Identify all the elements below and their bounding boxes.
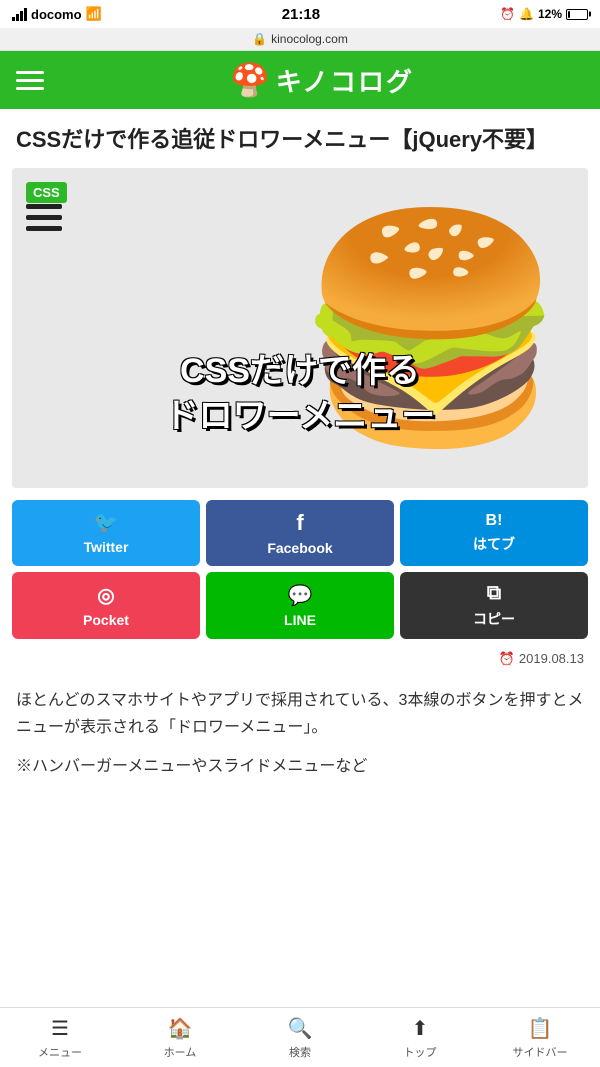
carrier-name: docomo <box>31 7 82 22</box>
twitter-share-button[interactable]: 🐦 Twitter <box>12 500 200 566</box>
nav-item-home[interactable]: 🏠 ホーム <box>120 1008 240 1067</box>
hatena-share-button[interactable]: B! はてブ <box>400 500 588 566</box>
menu-nav-icon: ☰ <box>51 1016 69 1041</box>
search-nav-label: 検索 <box>289 1044 311 1060</box>
date-text: 2019.08.13 <box>519 651 584 666</box>
lock-icon: 🔒 <box>252 32 267 46</box>
line-label: LINE <box>284 612 316 628</box>
hatena-icon: B! <box>486 512 503 530</box>
share-row-2: ◎ Pocket 💬 LINE ⧉ コピー <box>12 572 588 639</box>
pocket-icon: ◎ <box>97 583 114 608</box>
home-nav-label: ホーム <box>164 1044 197 1060</box>
line-icon: 💬 <box>288 583 313 608</box>
time-display: 21:18 <box>282 6 320 23</box>
home-nav-icon: 🏠 <box>168 1016 193 1041</box>
article-paragraph-2: ※ハンバーガーメニューやスライドメニューなど <box>16 753 584 780</box>
wifi-icon: 📶 <box>86 6 102 22</box>
line-share-button[interactable]: 💬 LINE <box>206 572 394 639</box>
pocket-label: Pocket <box>83 612 129 628</box>
twitter-label: Twitter <box>84 539 129 555</box>
logo-text: キノコログ <box>276 62 414 99</box>
sidebar-nav-icon: 📋 <box>528 1016 553 1041</box>
article-date: ⏰ 2019.08.13 <box>0 645 600 679</box>
copy-label: コピー <box>473 609 515 629</box>
top-nav-label: トップ <box>404 1044 437 1060</box>
nav-item-top[interactable]: ⬆ トップ <box>360 1008 480 1067</box>
mushroom-icon: 🍄 <box>230 61 270 99</box>
facebook-label: Facebook <box>267 540 332 556</box>
battery-icon <box>566 9 588 20</box>
copy-icon: ⧉ <box>487 582 501 605</box>
share-row-1: 🐦 Twitter f Facebook B! はてブ <box>12 500 588 566</box>
nav-item-menu[interactable]: ☰ メニュー <box>0 1008 120 1067</box>
nav-item-search[interactable]: 🔍 検索 <box>240 1008 360 1067</box>
top-nav-icon: ⬆ <box>412 1016 429 1041</box>
nav-item-sidebar[interactable]: 📋 サイドバー <box>480 1008 600 1067</box>
hero-image: CSS 🍔 CSSだけで作る ドロワーメニュー <box>12 168 588 488</box>
clock-icon: ⏰ <box>500 7 515 21</box>
article-paragraph-1: ほとんどのスマホサイトやアプリで採用されている、3本線のボタンを押すとメニューが… <box>16 687 584 741</box>
sidebar-nav-label: サイドバー <box>513 1044 568 1060</box>
facebook-icon: f <box>296 510 303 536</box>
alarm-icon: 🔔 <box>519 7 534 21</box>
signal-icon <box>12 8 27 21</box>
twitter-icon: 🐦 <box>94 510 119 535</box>
url-bar[interactable]: 🔒 kinocolog.com <box>0 28 600 51</box>
url-text: kinocolog.com <box>271 32 348 46</box>
hamburger-decoration <box>26 204 62 231</box>
article-title: CSSだけで作る追従ドロワーメニュー【jQuery不要】 <box>0 109 600 168</box>
search-nav-icon: 🔍 <box>288 1016 313 1041</box>
hero-overlay-text: CSSだけで作る ドロワーメニュー <box>12 349 588 437</box>
share-buttons: 🐦 Twitter f Facebook B! はてブ ◎ Pocket 💬 L… <box>12 500 588 639</box>
pocket-share-button[interactable]: ◎ Pocket <box>12 572 200 639</box>
css-badge: CSS <box>26 182 67 203</box>
menu-nav-label: メニュー <box>38 1044 82 1060</box>
clock-icon: ⏰ <box>499 651 515 667</box>
battery-info: ⏰ 🔔 12% <box>500 7 588 21</box>
carrier-info: docomo 📶 <box>12 6 102 22</box>
bottom-nav: ☰ メニュー 🏠 ホーム 🔍 検索 ⬆ トップ 📋 サイドバー <box>0 1007 600 1067</box>
facebook-share-button[interactable]: f Facebook <box>206 500 394 566</box>
copy-share-button[interactable]: ⧉ コピー <box>400 572 588 639</box>
article-body: ほとんどのスマホサイトやアプリで採用されている、3本線のボタンを押すとメニューが… <box>0 679 600 861</box>
site-header: 🍄 キノコログ <box>0 51 600 109</box>
status-bar: docomo 📶 21:18 ⏰ 🔔 12% <box>0 0 600 28</box>
battery-percent: 12% <box>538 7 562 21</box>
site-logo: 🍄 キノコログ <box>60 61 584 99</box>
hatena-label: はてブ <box>473 534 515 554</box>
menu-button[interactable] <box>16 71 44 90</box>
